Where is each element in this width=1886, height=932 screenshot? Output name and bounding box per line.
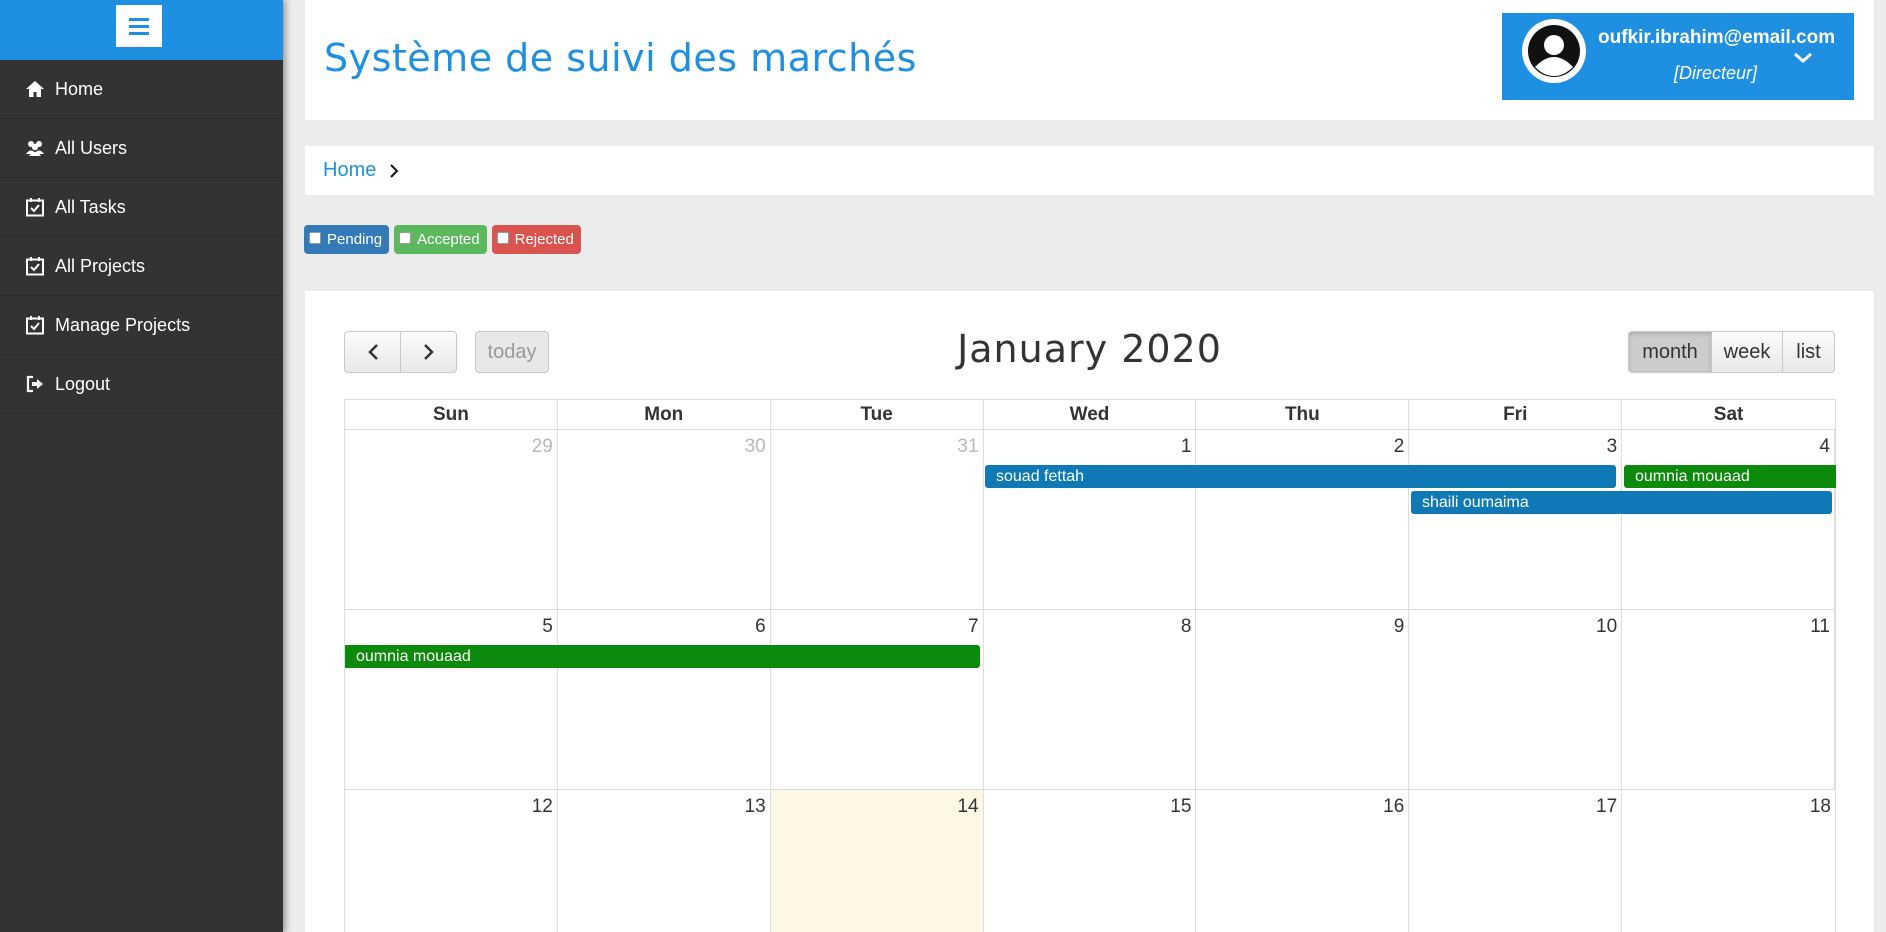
week-row: 5 6 7 8 9 10 11 oumnia mouaad — [344, 609, 1836, 789]
day-cell[interactable]: 1 — [984, 430, 1197, 609]
hamburger-icon — [129, 17, 149, 21]
calendar-check-icon — [26, 198, 44, 217]
sidebar-item-label: All Users — [55, 137, 128, 158]
users-icon — [26, 141, 44, 156]
day-cell[interactable]: 18 — [1622, 790, 1835, 932]
view-list-button[interactable]: list — [1782, 331, 1835, 373]
breadcrumb: Home — [305, 146, 1874, 195]
day-cell-today[interactable]: 14 — [770, 790, 984, 932]
sidebar-item-all-projects[interactable]: All Projects — [0, 237, 283, 296]
menu-toggle-button[interactable] — [116, 5, 162, 47]
breadcrumb-home-link[interactable]: Home — [323, 159, 376, 182]
weekday-thu: Thu — [1196, 400, 1410, 430]
filter-rejected-label: Rejected — [514, 231, 574, 248]
day-cell[interactable]: 8 — [984, 610, 1197, 789]
weekday-fri: Fri — [1409, 400, 1623, 430]
status-filters: Pending Accepted Rejected — [304, 225, 581, 254]
sidebar-item-all-users[interactable]: All Users — [0, 119, 283, 178]
day-cell[interactable]: 7 — [771, 610, 984, 789]
weekday-sun: Sun — [345, 400, 558, 430]
day-cell[interactable]: 30 — [558, 430, 771, 609]
user-menu[interactable]: oufkir.ibrahim@email.com [Directeur] — [1502, 13, 1854, 100]
filter-rejected-checkbox[interactable] — [496, 231, 509, 244]
day-cell[interactable]: 12 — [345, 790, 558, 932]
sidebar-item-all-tasks[interactable]: All Tasks — [0, 178, 283, 237]
sidebar-item-label: All Projects — [55, 255, 146, 276]
sidebar-item-home[interactable]: Home — [0, 60, 283, 119]
user-avatar-icon — [1528, 25, 1580, 77]
calendar-panel: today January 2020 month week list Sun M… — [305, 291, 1874, 932]
chevron-down-icon[interactable] — [1792, 51, 1814, 65]
avatar — [1522, 19, 1586, 83]
home-icon — [26, 81, 44, 97]
filter-pending-checkbox[interactable] — [309, 231, 321, 244]
filter-accepted-label: Accepted — [417, 231, 480, 248]
calendar-event[interactable]: oumnia mouaad — [1624, 465, 1836, 488]
chevron-right-icon — [390, 163, 399, 178]
day-cell[interactable]: 15 — [984, 790, 1197, 932]
view-month-button[interactable]: month — [1628, 331, 1712, 373]
filter-accepted-checkbox[interactable] — [399, 231, 412, 244]
filter-rejected[interactable]: Rejected — [491, 225, 581, 254]
day-cell[interactable]: 13 — [558, 790, 771, 932]
calendar-check-icon — [26, 316, 44, 335]
sidebar-item-label: Home — [55, 78, 104, 99]
calendar-event[interactable]: shaili oumaima — [1411, 491, 1832, 514]
day-cell[interactable]: 11 — [1622, 610, 1835, 789]
page-title: Système de suivi des marchés — [324, 36, 917, 80]
day-cell[interactable]: 9 — [1196, 610, 1410, 789]
calendar-check-icon — [26, 257, 44, 276]
day-cell[interactable]: 16 — [1196, 790, 1410, 932]
logout-icon — [26, 375, 43, 393]
view-week-button[interactable]: week — [1711, 331, 1783, 373]
user-role: [Directeur] — [1674, 63, 1758, 83]
day-cell[interactable]: 10 — [1409, 610, 1623, 789]
week-row: 12 13 14 15 16 17 18 — [344, 789, 1836, 932]
weekday-mon: Mon — [558, 400, 771, 430]
day-cell[interactable]: 5 — [345, 610, 558, 789]
top-header: Système de suivi des marchés oufkir.ibra… — [305, 0, 1874, 120]
filter-pending-label: Pending — [327, 231, 383, 248]
sidebar-item-logout[interactable]: Logout — [0, 355, 283, 414]
user-email: oufkir.ibrahim@email.com — [1598, 27, 1836, 48]
sidebar-item-label: Logout — [55, 373, 111, 394]
day-cell[interactable]: 4 — [1622, 430, 1835, 609]
sidebar: Home All Users All Tasks All Projects Ma… — [0, 0, 283, 932]
weekday-tue: Tue — [771, 400, 984, 430]
filter-accepted[interactable]: Accepted — [394, 225, 487, 254]
day-cell[interactable]: 29 — [345, 430, 558, 609]
day-cell[interactable]: 6 — [558, 610, 771, 789]
weekday-header: Sun Mon Tue Wed Thu Fri Sat — [344, 399, 1836, 430]
calendar-event[interactable]: oumnia mouaad — [345, 645, 980, 668]
sidebar-item-manage-projects[interactable]: Manage Projects — [0, 296, 283, 355]
sidebar-item-label: All Tasks — [55, 196, 126, 217]
sidebar-item-label: Manage Projects — [55, 314, 191, 335]
day-cell[interactable]: 3 — [1409, 430, 1623, 609]
sidebar-header — [0, 0, 283, 60]
day-cell[interactable]: 17 — [1409, 790, 1623, 932]
week-row: 29 30 31 1 2 3 4 souad fettah oumnia mou… — [344, 429, 1836, 609]
filter-pending[interactable]: Pending — [304, 225, 390, 254]
day-cell[interactable]: 31 — [771, 430, 984, 609]
weekday-wed: Wed — [984, 400, 1197, 430]
month-grid: Sun Mon Tue Wed Thu Fri Sat 29 30 31 1 2… — [344, 399, 1836, 932]
day-cell[interactable]: 2 — [1196, 430, 1410, 609]
calendar-event[interactable]: souad fettah — [985, 465, 1616, 488]
weekday-sat: Sat — [1713, 404, 1744, 425]
